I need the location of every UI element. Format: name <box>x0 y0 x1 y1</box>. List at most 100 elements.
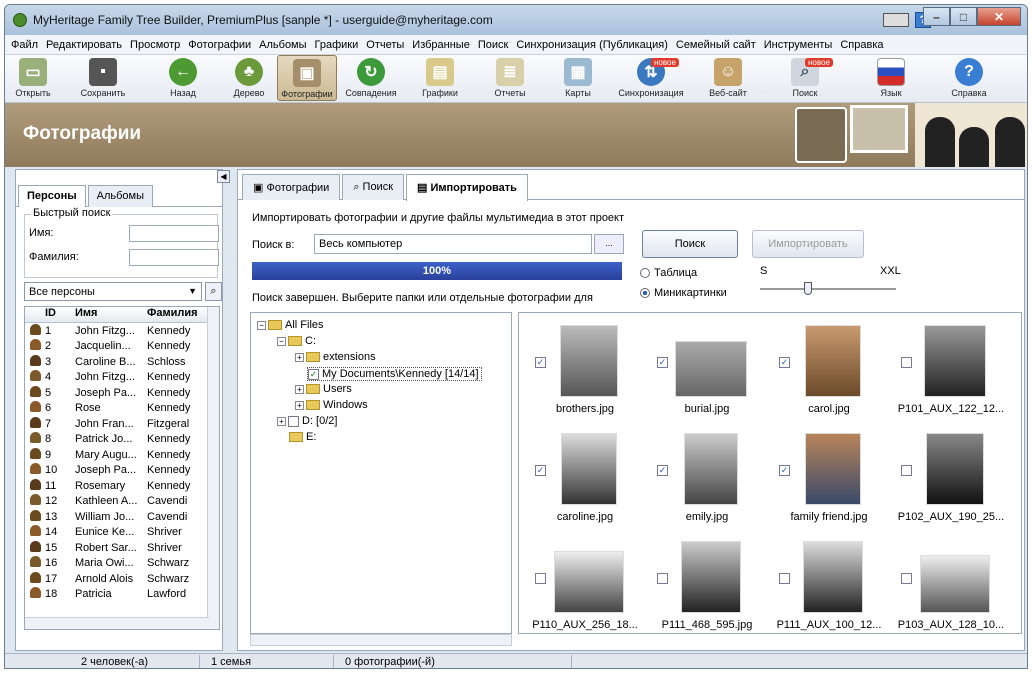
tree-all-files[interactable]: − All Files <box>257 319 324 331</box>
language-button[interactable]: Язык <box>845 55 937 101</box>
thumbnail-item[interactable]: P111_468_595.jpg <box>649 535 765 633</box>
tree-button[interactable]: ♣ Дерево <box>221 55 277 101</box>
thumbnail-item[interactable]: P111_AUX_100_12... <box>771 535 887 633</box>
persons-filter-dropdown[interactable]: Все персоны ▼ <box>24 282 202 301</box>
checkbox-checked[interactable]: ✓ <box>657 357 668 368</box>
maps-button[interactable]: ▦ Карты <box>545 55 611 101</box>
menu-favorites[interactable]: Избранные <box>412 39 470 51</box>
thumbnail-size-slider[interactable] <box>760 282 896 295</box>
checkbox-unchecked[interactable] <box>779 573 790 584</box>
help-button[interactable]: ? Справка <box>937 55 1001 101</box>
matches-button[interactable]: ↻ Совпадения <box>337 55 405 101</box>
search-in-field[interactable]: Весь компьютер <box>314 234 592 254</box>
expand-icon[interactable]: + <box>295 352 304 362</box>
tab-albums[interactable]: Альбомы <box>87 185 153 207</box>
reports-button[interactable]: ≣ Отчеты <box>475 55 545 101</box>
thumbnail-item[interactable]: P101_AUX_122_12... <box>893 319 1009 429</box>
photo-thumbnail[interactable] <box>554 551 624 613</box>
thumbnail-item[interactable]: P102_AUX_190_25... <box>893 427 1009 537</box>
first-name-input[interactable] <box>129 225 219 242</box>
checkbox-checked[interactable]: ✓ <box>535 465 546 476</box>
photo-thumbnail[interactable] <box>681 541 741 613</box>
minimize-button[interactable]: – <box>923 7 950 26</box>
menu-family-site[interactable]: Семейный сайт <box>676 39 756 51</box>
checkbox-checked[interactable]: ✓ <box>779 465 790 476</box>
menu-file[interactable]: Файл <box>11 39 38 51</box>
checkbox-checked[interactable]: ✓ <box>308 368 319 380</box>
import-button[interactable]: Импортировать <box>752 230 864 258</box>
thumbnail-item[interactable]: ✓ emily.jpg <box>649 427 765 537</box>
col-surname[interactable]: Фамилия <box>147 307 203 322</box>
table-row[interactable]: 17 Arnold Alois Schwarz <box>25 571 219 587</box>
checkbox-checked[interactable]: ✓ <box>535 357 546 368</box>
menu-view[interactable]: Просмотр <box>130 39 180 51</box>
menu-help[interactable]: Справка <box>840 39 883 51</box>
checkbox-unchecked[interactable] <box>901 357 912 368</box>
table-row[interactable]: 16 Maria Owi... Schwarz <box>25 556 219 572</box>
collapse-panel-button[interactable]: ◀ <box>217 170 230 183</box>
photo-thumbnail[interactable] <box>926 433 984 505</box>
photo-thumbnail[interactable] <box>675 341 747 397</box>
sync-button[interactable]: ⇅ новое Синхронизация <box>611 55 691 101</box>
search-button[interactable]: Поиск <box>642 230 738 258</box>
table-row[interactable]: 10 Joseph Pa... Kennedy <box>25 463 219 479</box>
collapse-icon[interactable]: − <box>257 320 266 330</box>
thumbnail-item[interactable]: P103_AUX_128_10... <box>893 535 1009 633</box>
website-button[interactable]: ☺ Веб-сайт <box>691 55 765 101</box>
thumbnail-item[interactable]: ✓ caroline.jpg <box>527 427 643 537</box>
maximize-button[interactable]: □ <box>950 7 977 26</box>
table-row[interactable]: 1 John Fitzg... Kennedy <box>25 323 219 339</box>
expand-icon[interactable]: + <box>295 384 304 394</box>
tree-drive-c[interactable]: − C: <box>277 335 316 347</box>
tree-windows[interactable]: + Windows <box>295 399 368 411</box>
tree-users[interactable]: + Users <box>295 383 352 395</box>
menu-photos[interactable]: Фотографии <box>188 39 251 51</box>
close-button[interactable]: ✕ <box>977 7 1021 26</box>
table-row[interactable]: 3 Caroline B... Schloss <box>25 354 219 370</box>
photo-thumbnail[interactable] <box>920 555 990 613</box>
table-row[interactable]: 14 Eunice Ke... Shriver <box>25 525 219 541</box>
table-row[interactable]: 4 John Fitzg... Kennedy <box>25 370 219 386</box>
table-row[interactable]: 9 Mary Augu... Kennedy <box>25 447 219 463</box>
tree-my-documents[interactable]: ✓ My Documents\Kennedy [14/14] <box>307 367 482 381</box>
photo-thumbnail[interactable] <box>805 433 861 505</box>
checkbox-unchecked[interactable] <box>901 573 912 584</box>
photo-thumbnail[interactable] <box>684 433 738 505</box>
tree-hscrollbar[interactable] <box>250 634 512 646</box>
slider-thumb[interactable] <box>804 282 812 295</box>
person-search-button[interactable]: ⌕ <box>205 282 222 301</box>
table-row[interactable]: 18 Patricia Lawford <box>25 587 219 603</box>
table-row[interactable]: 13 William Jo... Cavendi <box>25 509 219 525</box>
photo-thumbnail[interactable] <box>924 325 986 397</box>
tab-search[interactable]: ⌕ Поиск <box>342 174 405 200</box>
browse-button[interactable]: ... <box>594 234 624 254</box>
last-name-input[interactable] <box>129 249 219 266</box>
menu-tools[interactable]: Инструменты <box>764 39 833 51</box>
collapse-icon[interactable]: − <box>277 336 286 346</box>
menu-edit[interactable]: Редактировать <box>46 39 122 51</box>
checkbox-checked[interactable]: ✓ <box>657 465 668 476</box>
search-button-toolbar[interactable]: ⌕ новое Поиск <box>765 55 845 101</box>
menu-search[interactable]: Поиск <box>478 39 508 51</box>
menu-reports[interactable]: Отчеты <box>366 39 404 51</box>
persons-scrollbar[interactable] <box>207 307 219 629</box>
thumbnail-item[interactable]: ✓ burial.jpg <box>649 319 765 429</box>
photo-thumbnail[interactable] <box>803 541 863 613</box>
persons-hscrollbar[interactable] <box>25 617 209 629</box>
checkbox-unchecked[interactable] <box>288 415 299 427</box>
tree-extensions[interactable]: + extensions <box>295 351 376 363</box>
back-button[interactable]: ← Назад <box>145 55 221 101</box>
menu-sync[interactable]: Синхронизация (Публикация) <box>516 39 668 51</box>
checkbox-checked[interactable]: ✓ <box>779 357 790 368</box>
charts-button[interactable]: ▤ Графики <box>405 55 475 101</box>
table-row[interactable]: 11 Rosemary Kennedy <box>25 478 219 494</box>
table-row[interactable]: 12 Kathleen A... Cavendi <box>25 494 219 510</box>
expand-icon[interactable]: + <box>277 416 286 426</box>
table-row[interactable]: 6 Rose Kennedy <box>25 401 219 417</box>
checkbox-unchecked[interactable] <box>901 465 912 476</box>
tree-drive-d[interactable]: + D: [0/2] <box>277 415 337 427</box>
expand-icon[interactable]: + <box>295 400 304 410</box>
table-row[interactable]: 2 Jacquelin... Kennedy <box>25 339 219 355</box>
menu-albums[interactable]: Альбомы <box>259 39 306 51</box>
table-row[interactable]: 7 John Fran... Fitzgeral <box>25 416 219 432</box>
